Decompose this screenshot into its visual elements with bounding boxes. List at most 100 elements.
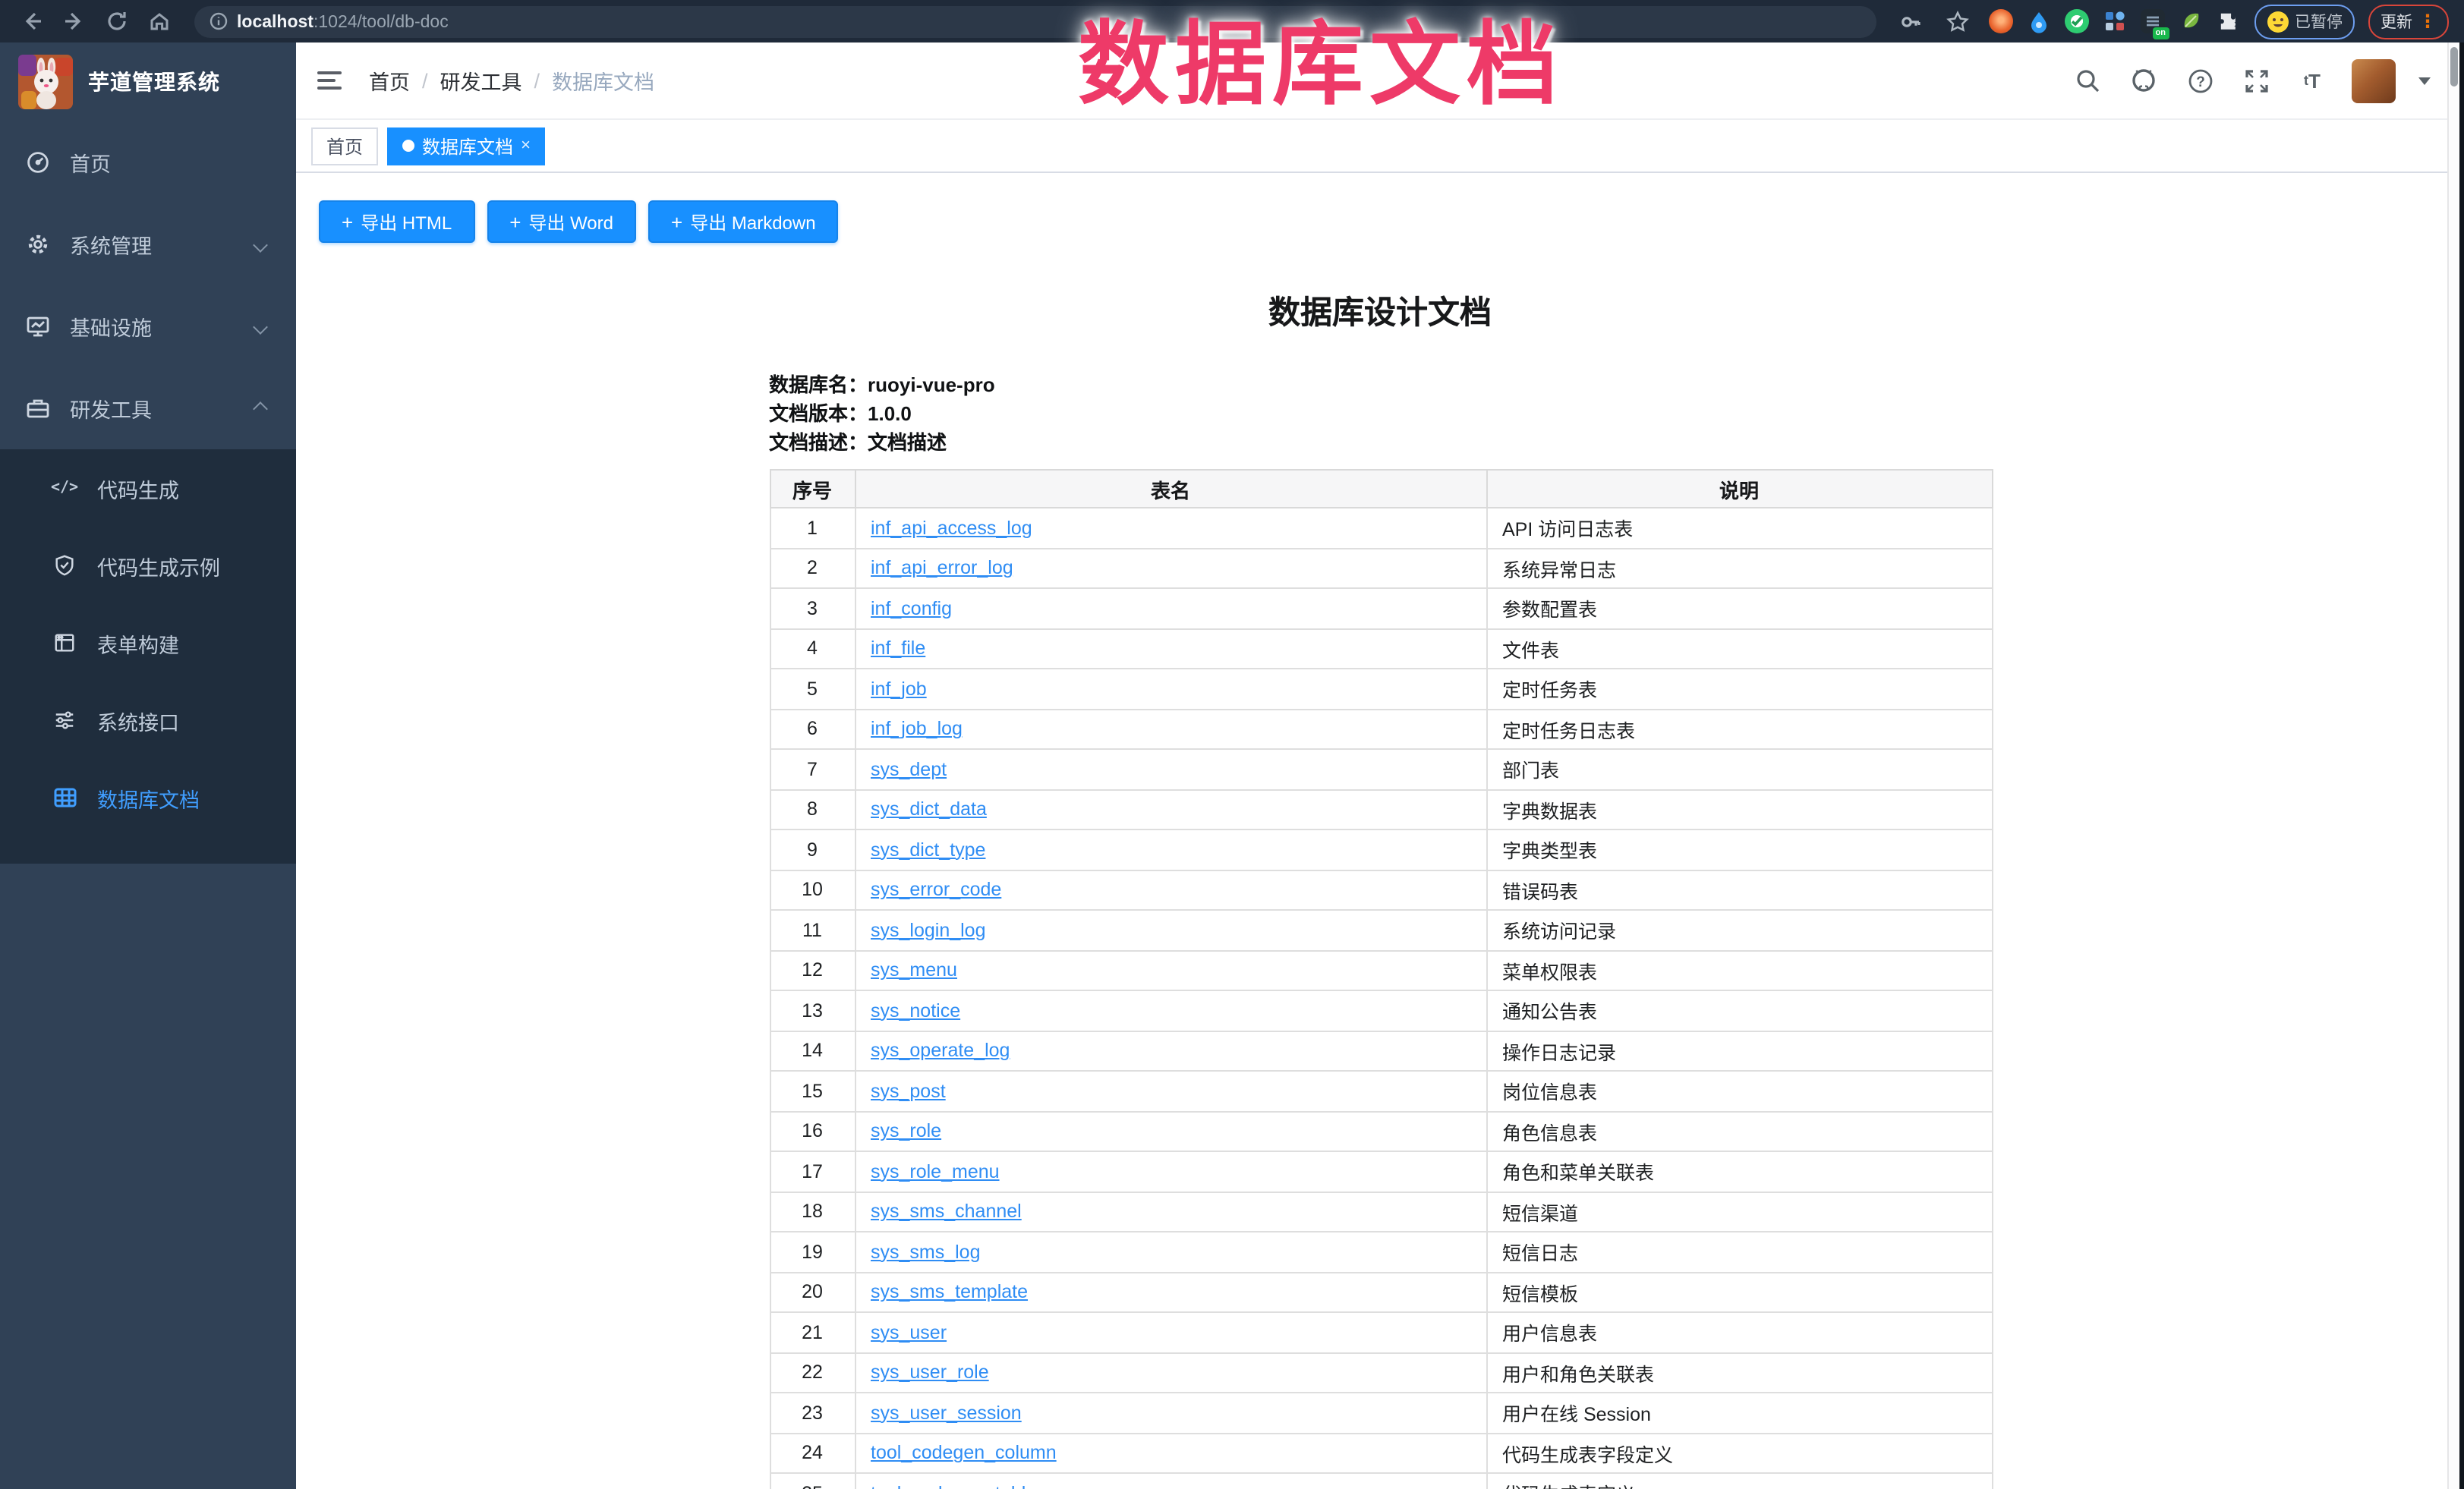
table-name-link[interactable]: sys_error_code (871, 880, 1001, 901)
sidebar-item-label: 首页 (70, 147, 272, 178)
page-scrollbar[interactable] (2447, 42, 2459, 1489)
avatar-dropdown-caret-icon[interactable] (2418, 77, 2431, 84)
extension-icon-orange[interactable] (1988, 9, 2012, 33)
table-row: 25tool_codegen_table代码生成表定义 (770, 1473, 1992, 1489)
update-label: 更新 (2381, 10, 2412, 33)
table-desc-cell: 错误码表 (1486, 870, 1992, 910)
password-key-icon[interactable] (1894, 5, 1927, 38)
extension-icon-green-leaf[interactable] (2178, 9, 2202, 33)
table-desc-cell: API 访问日志表 (1486, 508, 1992, 548)
table-name-link[interactable]: sys_dict_data (871, 799, 987, 820)
column-header-name: 表名 (855, 470, 1486, 508)
close-icon[interactable]: × (521, 137, 531, 154)
extension-icon-multicolor[interactable] (2102, 9, 2126, 33)
bookmark-star-icon[interactable] (1941, 5, 1974, 38)
reload-icon[interactable] (100, 5, 134, 38)
monitor-icon (24, 314, 52, 338)
db-doc: 数据库设计文档 数据库名：ruoyi-vue-pro 文档版本：1.0.0 文档… (769, 288, 1991, 1489)
home-icon[interactable] (143, 5, 176, 38)
browser-update-chip[interactable]: 更新 ⋮ (2368, 4, 2449, 39)
scrollbar-thumb[interactable] (2450, 47, 2458, 87)
sidebar-item-codegen-example[interactable]: 代码生成示例 (0, 527, 296, 604)
sidebar-toggle-icon[interactable] (317, 65, 348, 96)
sidebar-item-form-builder[interactable]: 表单构建 (0, 604, 296, 682)
extensions-puzzle-icon[interactable] (2216, 9, 2240, 33)
table-name-link[interactable]: sys_sms_channel (871, 1201, 1022, 1223)
table-name-cell: inf_job (855, 669, 1486, 709)
table-name-link[interactable]: sys_dept (871, 759, 947, 780)
db-name-line: 数据库名：ruoyi-vue-pro (769, 370, 1991, 399)
extension-icon-dark-on[interactable]: on (2140, 9, 2164, 33)
table-desc-cell: 岗位信息表 (1486, 1071, 1992, 1111)
table-name-link[interactable]: tool_codegen_column (871, 1443, 1057, 1464)
table-name-link[interactable]: sys_role_menu (871, 1161, 1000, 1182)
table-name-link[interactable]: sys_user_role (871, 1362, 989, 1384)
extension-icon-green-check[interactable] (2064, 9, 2088, 33)
github-icon[interactable] (2127, 64, 2160, 97)
sidebar-item-label: 代码生成 (97, 473, 179, 503)
sidebar-item-code-generation[interactable]: </> 代码生成 (0, 449, 296, 527)
search-icon[interactable] (2071, 64, 2104, 97)
table-name-link[interactable]: sys_sms_log (871, 1242, 981, 1263)
table-name-link[interactable]: inf_config (871, 598, 952, 619)
export-word-button[interactable]: + 导出 Word (487, 200, 636, 243)
avatar[interactable] (2352, 58, 2396, 102)
table-row: 12sys_menu菜单权限表 (770, 950, 1992, 990)
browser-profile-chip[interactable]: 已暂停 (2254, 4, 2355, 39)
sidebar-item-infrastructure[interactable]: 基础设施 (0, 285, 296, 367)
breadcrumb-dev-tools[interactable]: 研发工具 (440, 65, 522, 96)
table-name-link[interactable]: inf_file (871, 638, 925, 660)
plus-icon: + (509, 212, 521, 231)
back-icon[interactable] (15, 5, 49, 38)
sidebar-item-home[interactable]: 首页 (0, 121, 296, 203)
breadcrumb-current: 数据库文档 (552, 65, 654, 96)
export-markdown-button[interactable]: + 导出 Markdown (648, 200, 839, 243)
table-name-link[interactable]: inf_api_access_log (871, 518, 1032, 539)
font-size-icon[interactable]: tT (2295, 64, 2329, 97)
table-name-link[interactable]: sys_dict_type (871, 839, 985, 861)
app-logo[interactable]: 芋道管理系统 (0, 42, 296, 121)
site-info-icon[interactable] (210, 12, 228, 30)
url-path: :1024/tool/db-doc (314, 14, 449, 32)
table-row: 6inf_job_log定时任务日志表 (770, 709, 1992, 749)
column-header-index: 序号 (770, 470, 855, 508)
export-html-button[interactable]: + 导出 HTML (319, 200, 474, 243)
sliders-icon (52, 709, 77, 732)
table-name-cell: sys_user_session (855, 1393, 1486, 1433)
table-header-row: 序号 表名 说明 (770, 470, 1992, 508)
fullscreen-icon[interactable] (2239, 64, 2273, 97)
sidebar-item-dev-tools[interactable]: 研发工具 (0, 367, 296, 449)
row-index: 17 (770, 1151, 855, 1192)
table-name-link[interactable]: sys_notice (871, 1000, 960, 1022)
table-desc-cell: 短信日志 (1486, 1232, 1992, 1272)
form-icon (52, 631, 77, 654)
table-name-link[interactable]: sys_post (871, 1081, 946, 1102)
sidebar-item-system-api[interactable]: 系统接口 (0, 682, 296, 759)
table-name-link[interactable]: sys_user_session (871, 1402, 1022, 1424)
table-name-link[interactable]: sys_user (871, 1322, 947, 1343)
sidebar-item-system-management[interactable]: 系统管理 (0, 203, 296, 285)
sidebar: 芋道管理系统 首页 系统管理 基础设施 (0, 42, 296, 1489)
table-name-link[interactable]: sys_operate_log (871, 1040, 1010, 1062)
browser-menu-icon[interactable]: ⋮ (2418, 12, 2437, 30)
forward-icon[interactable] (58, 5, 91, 38)
table-name-link[interactable]: inf_job (871, 678, 927, 700)
table-name-link[interactable]: inf_job_log (871, 719, 963, 740)
table-name-link[interactable]: inf_api_error_log (871, 558, 1013, 579)
extension-icon-blue-drop[interactable] (2026, 9, 2050, 33)
sidebar-item-db-doc[interactable]: 数据库文档 (0, 759, 296, 836)
tag-label: 首页 (326, 133, 363, 159)
tag-home[interactable]: 首页 (311, 127, 378, 165)
row-index: 5 (770, 669, 855, 709)
address-bar[interactable]: localhost:1024/tool/db-doc (194, 5, 1876, 37)
table-name-link[interactable]: sys_sms_template (871, 1282, 1028, 1303)
table-name-link[interactable]: sys_menu (871, 960, 957, 981)
table-row: 5inf_job定时任务表 (770, 669, 1992, 709)
table-name-link[interactable]: sys_role (871, 1121, 941, 1142)
tag-db-doc[interactable]: 数据库文档 × (387, 127, 546, 165)
button-label: 导出 Word (528, 209, 613, 235)
table-name-link[interactable]: sys_login_log (871, 920, 986, 941)
screen: localhost:1024/tool/db-doc on (0, 0, 2464, 1489)
help-icon[interactable]: ? (2183, 64, 2217, 97)
breadcrumb-home[interactable]: 首页 (369, 65, 410, 96)
